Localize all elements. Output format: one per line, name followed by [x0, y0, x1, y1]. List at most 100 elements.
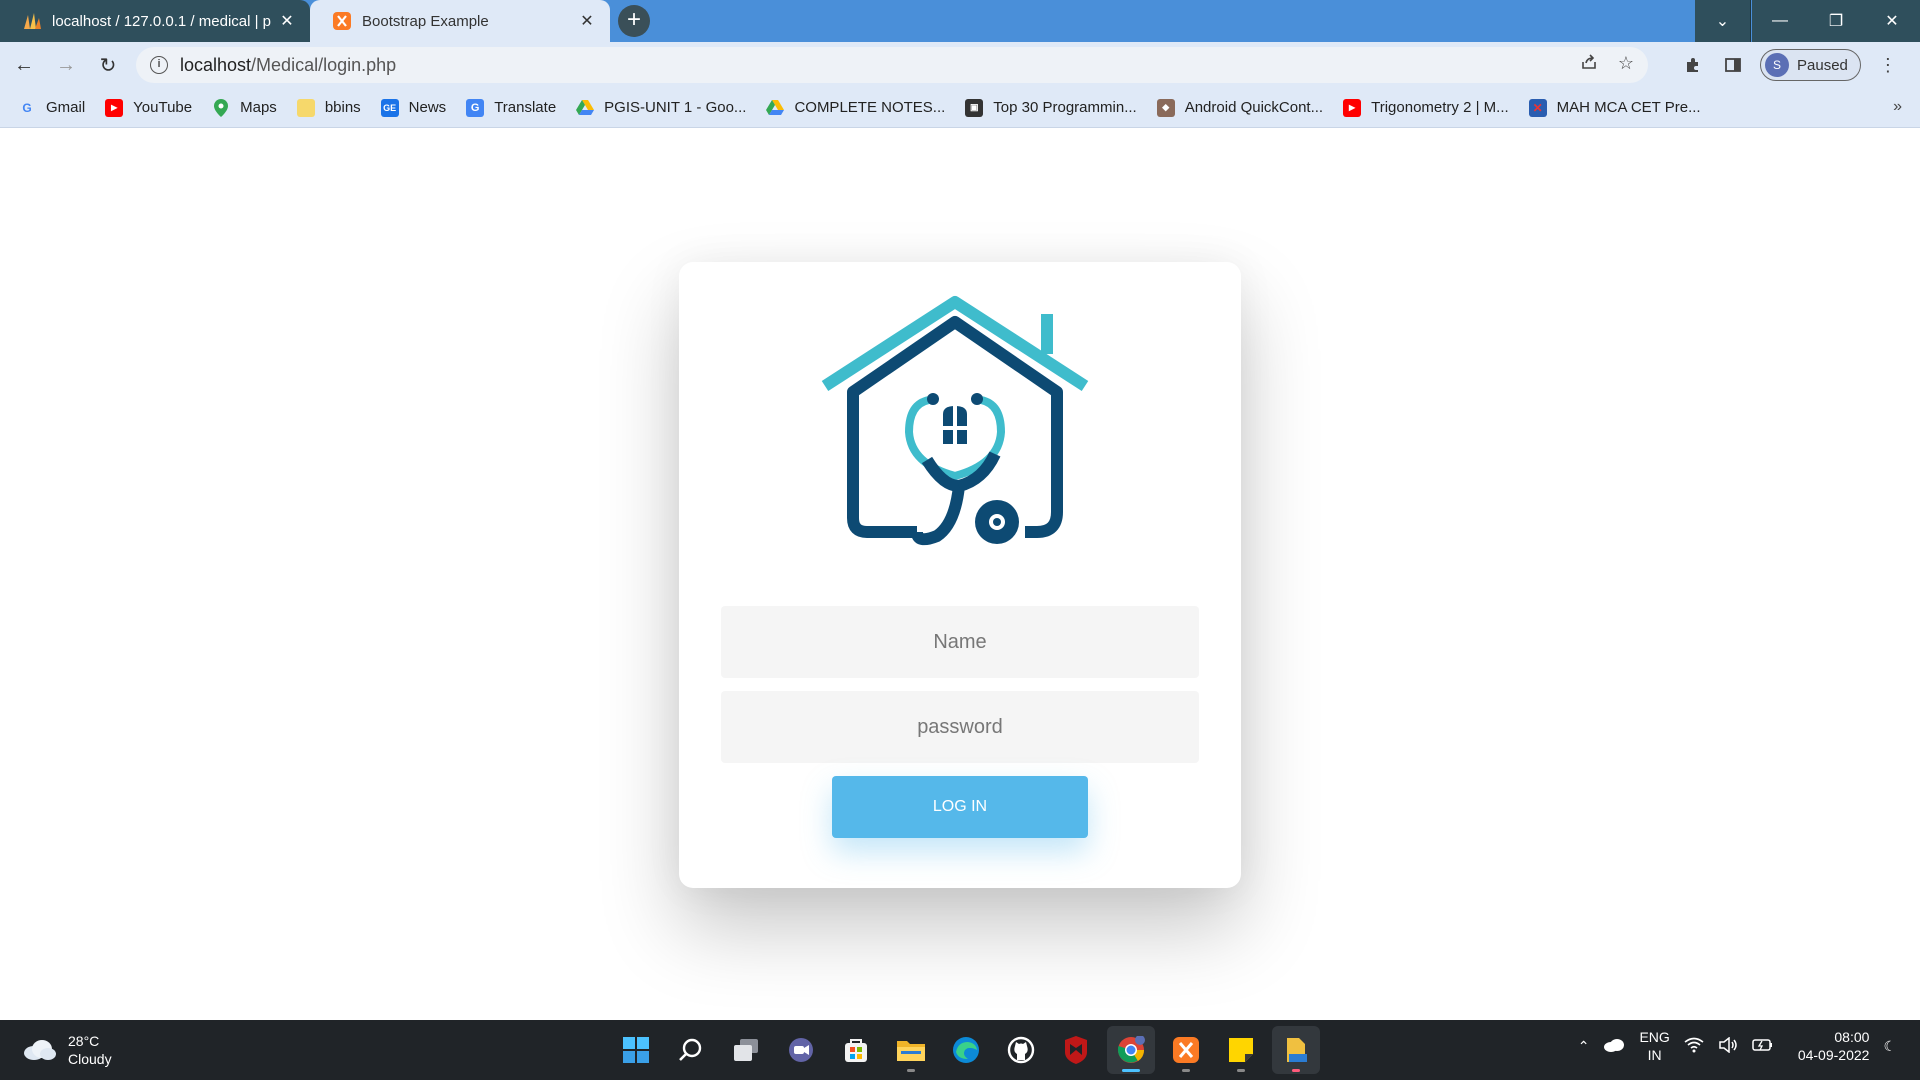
- close-tab-icon[interactable]: ✕: [578, 11, 596, 31]
- language-indicator[interactable]: ENG IN: [1639, 1028, 1669, 1064]
- bookmark-gmail[interactable]: G Gmail: [18, 99, 85, 117]
- toolbar-right: S Paused ⋮: [1680, 42, 1901, 88]
- document-app-icon[interactable]: [1272, 1026, 1320, 1074]
- reload-icon[interactable]: ↻: [90, 47, 126, 83]
- sticky-notes-icon[interactable]: [1217, 1026, 1265, 1074]
- xampp-icon: [332, 11, 352, 31]
- avatar: S: [1765, 53, 1789, 77]
- task-view-icon[interactable]: [722, 1026, 770, 1074]
- bookmarks-bar: G Gmail ▶ YouTube Maps bbins GE News G Trans…: [0, 88, 1920, 128]
- extensions-puzzle-icon[interactable]: [1680, 52, 1706, 78]
- restore-icon[interactable]: ❐: [1808, 0, 1864, 42]
- bookmark-label: Translate: [494, 99, 557, 116]
- url-bar[interactable]: i localhost/Medical/login.php ☆: [136, 47, 1648, 83]
- start-windows-icon[interactable]: [612, 1026, 660, 1074]
- clock-date: 04-09-2022: [1797, 1047, 1870, 1063]
- weather-temp: 28°C: [68, 1033, 100, 1049]
- bookmark-label: bbins: [324, 99, 361, 116]
- bookmark-android[interactable]: ◆ Android QuickCont...: [1156, 98, 1324, 117]
- share-icon[interactable]: [1580, 53, 1598, 76]
- translate-icon: G: [466, 98, 485, 117]
- medical-home-logo: [821, 296, 1089, 546]
- tab-title: localhost / 127.0.0.1 / medical | p: [52, 12, 272, 30]
- close-tab-icon[interactable]: ✕: [278, 11, 296, 31]
- profile-button[interactable]: S Paused: [1760, 49, 1861, 81]
- bookmark-pgis[interactable]: PGIS-UNIT 1 - Goo...: [576, 99, 746, 117]
- region-code: IN: [1647, 1047, 1662, 1063]
- file-explorer-icon[interactable]: [887, 1026, 935, 1074]
- youtube-icon: ▶: [105, 98, 124, 117]
- bookmark-complete-notes[interactable]: COMPLETE NOTES...: [766, 99, 945, 117]
- running-indicator: [907, 1069, 915, 1072]
- tab-title: Bootstrap Example: [362, 12, 489, 30]
- edge-browser-icon[interactable]: [942, 1026, 990, 1074]
- bookmark-label: COMPLETE NOTES...: [794, 99, 946, 116]
- bookmark-label: PGIS-UNIT 1 - Goo...: [604, 99, 747, 116]
- running-indicator: [1122, 1069, 1140, 1072]
- drive-icon: [576, 99, 595, 117]
- bookmark-star-icon[interactable]: ☆: [1618, 53, 1634, 76]
- battery-charging-icon[interactable]: [1752, 1038, 1774, 1055]
- tab-search-dropdown-icon[interactable]: ⌄: [1695, 0, 1751, 42]
- teams-chat-icon[interactable]: [777, 1026, 825, 1074]
- site-icon: ▣: [965, 98, 984, 117]
- xampp-icon[interactable]: [1162, 1026, 1210, 1074]
- tab-strip: localhost / 127.0.0.1 / medical | p ✕ Bo…: [0, 0, 1920, 42]
- onedrive-cloud-icon[interactable]: [1603, 1038, 1625, 1055]
- bookmarks-overflow-icon[interactable]: »: [1893, 98, 1902, 116]
- weather-condition: Cloudy: [68, 1051, 112, 1067]
- address-toolbar: ← → ↻ i localhost/Medical/login.php ☆: [0, 42, 1920, 88]
- forward-arrow-icon[interactable]: →: [48, 47, 84, 83]
- system-tray: ⌃ ENG IN 08:00 04-09-2022 ☾: [1578, 1028, 1896, 1064]
- bookmark-label: YouTube: [133, 99, 193, 116]
- bookmark-top30[interactable]: ▣ Top 30 Programmin...: [965, 98, 1137, 117]
- news-icon: GE: [380, 98, 399, 117]
- volume-icon[interactable]: [1718, 1035, 1738, 1056]
- drive-icon: [766, 99, 785, 117]
- site-info-icon[interactable]: i: [150, 56, 168, 74]
- tab-phpmyadmin[interactable]: localhost / 127.0.0.1 / medical | p ✕: [0, 0, 310, 42]
- microsoft-store-icon[interactable]: [832, 1026, 880, 1074]
- wifi-icon[interactable]: [1684, 1037, 1704, 1056]
- bookmark-youtube[interactable]: ▶ YouTube: [105, 98, 193, 117]
- name-input[interactable]: [721, 606, 1199, 678]
- bookmark-mah-mca[interactable]: ✕ MAH MCA CET Pre...: [1528, 98, 1701, 117]
- profile-status: Paused: [1797, 56, 1848, 74]
- running-indicator: [1182, 1069, 1190, 1072]
- youtube-icon: ▶: [1343, 98, 1362, 117]
- side-panel-icon[interactable]: [1720, 52, 1746, 78]
- mcafee-icon[interactable]: [1052, 1026, 1100, 1074]
- close-window-icon[interactable]: ✕: [1864, 0, 1920, 42]
- phpmyadmin-icon: [22, 11, 42, 31]
- clock[interactable]: 08:00 04-09-2022: [1798, 1028, 1870, 1064]
- site-icon: ◆: [1156, 98, 1175, 117]
- back-arrow-icon[interactable]: ←: [6, 47, 42, 83]
- running-indicator: [1292, 1069, 1300, 1072]
- windows-taskbar: 28°C Cloudy ⌃ ENG IN 08:00 04-09-2022 ☾: [0, 1020, 1920, 1080]
- menu-kebab-icon[interactable]: ⋮: [1875, 52, 1901, 78]
- page-content: LOG IN: [0, 128, 1920, 1020]
- bookmark-maps[interactable]: Maps: [212, 98, 277, 117]
- folder-icon: [296, 98, 315, 117]
- weather-widget[interactable]: 28°C Cloudy: [22, 1032, 112, 1068]
- bookmark-translate[interactable]: G Translate: [466, 98, 557, 117]
- cloud-icon: [22, 1039, 56, 1061]
- window-controls: ⌄ — ❐ ✕: [1695, 0, 1920, 42]
- site-icon: ✕: [1528, 98, 1547, 117]
- running-indicator: [1237, 1069, 1245, 1072]
- focus-moon-icon[interactable]: ☾: [1883, 1038, 1896, 1055]
- login-button[interactable]: LOG IN: [832, 776, 1088, 838]
- bookmark-label: Android QuickCont...: [1184, 99, 1324, 116]
- chrome-icon[interactable]: [1107, 1026, 1155, 1074]
- chevron-up-icon[interactable]: ⌃: [1578, 1038, 1590, 1055]
- url-host: localhost: [180, 54, 252, 75]
- github-icon[interactable]: [997, 1026, 1045, 1074]
- tab-bootstrap-example[interactable]: Bootstrap Example ✕: [310, 0, 610, 42]
- search-icon[interactable]: [667, 1026, 715, 1074]
- bookmark-bbins[interactable]: bbins: [296, 98, 361, 117]
- minimize-icon[interactable]: —: [1752, 0, 1808, 42]
- new-tab-button[interactable]: +: [618, 5, 650, 37]
- bookmark-news[interactable]: GE News: [380, 98, 446, 117]
- bookmark-trigonometry[interactable]: ▶ Trigonometry 2 | M...: [1343, 98, 1509, 117]
- password-input[interactable]: [721, 691, 1199, 763]
